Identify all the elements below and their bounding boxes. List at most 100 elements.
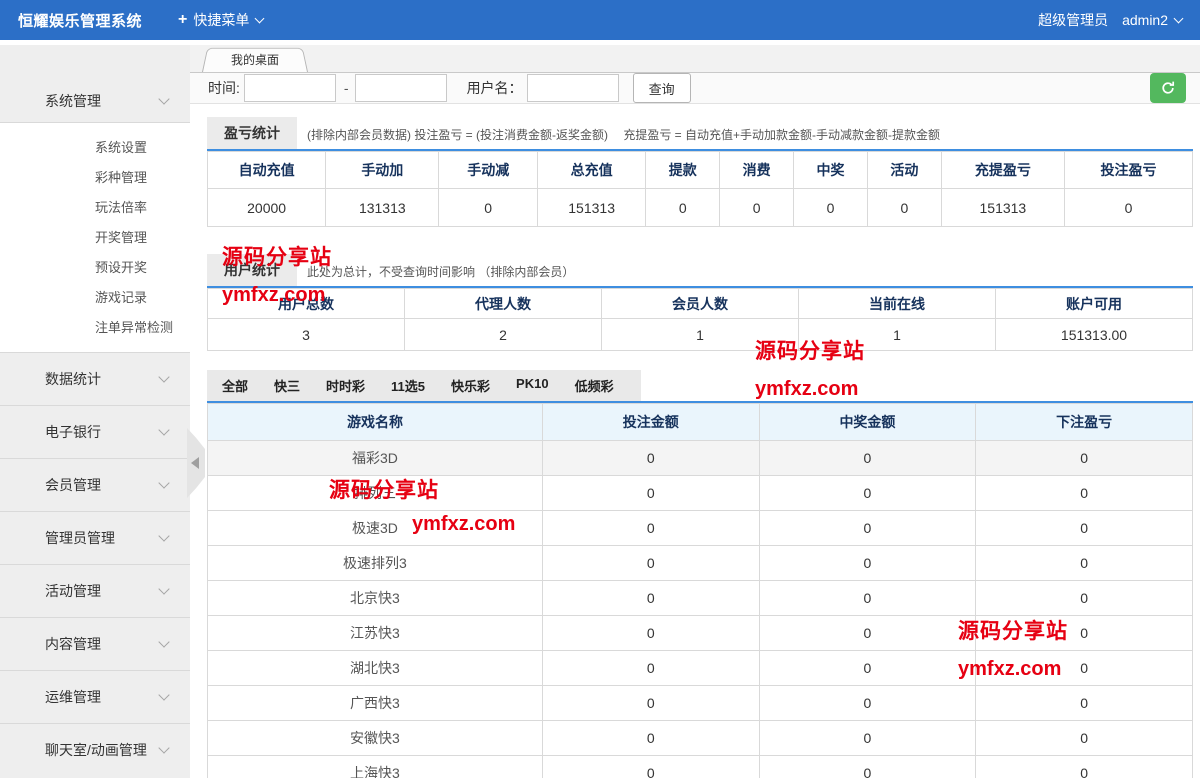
table-cell: 0	[976, 441, 1193, 476]
profit-section-header: 盈亏统计 (排除内部会员数据) 投注盈亏 = (投注消费金额-返奖金额) 充提盈…	[207, 117, 1193, 151]
sidebar-item-play-odds[interactable]: 玩法倍率	[0, 193, 190, 223]
sidebar-group-system[interactable]: 系统管理	[0, 45, 190, 122]
sidebar-group-statistics[interactable]: 数据统计	[0, 352, 190, 405]
tab-11xuan5[interactable]: 11选5	[378, 370, 438, 401]
table-cell: 0	[759, 476, 976, 511]
table-cell: 0	[542, 616, 759, 651]
table-cell: 131313	[326, 189, 439, 227]
sidebar-group-ops[interactable]: 运维管理	[0, 670, 190, 723]
table-row: 江苏快3 0 0 0	[208, 616, 1193, 651]
chevron-down-icon	[255, 14, 265, 24]
tab-label: 我的桌面	[202, 51, 308, 68]
table-cell: 0	[867, 189, 941, 227]
chevron-down-icon	[158, 93, 169, 104]
column-header: 手动加	[326, 152, 439, 189]
tab-kuaisan[interactable]: 快三	[261, 370, 313, 401]
table-cell: 0	[976, 616, 1193, 651]
chevron-down-icon	[1174, 14, 1184, 24]
game-table: 游戏名称 投注金额 中奖金额 下注盈亏 福彩3D 0 0 0 排列三 0 0 0	[207, 403, 1193, 778]
quick-menu-button[interactable]: + 快捷菜单	[178, 10, 263, 30]
column-header: 自动充值	[208, 152, 326, 189]
table-cell: 0	[759, 721, 976, 756]
game-category-tabs: 全部 快三 时时彩 11选5 快乐彩 PK10 低频彩	[207, 370, 1193, 403]
sidebar-group-activities[interactable]: 活动管理	[0, 564, 190, 617]
table-cell: 20000	[208, 189, 326, 227]
game-name-cell: 广西快3	[208, 686, 543, 721]
table-cell: 0	[759, 441, 976, 476]
sidebar-item-game-records[interactable]: 游戏记录	[0, 283, 190, 313]
table-cell: 0	[542, 546, 759, 581]
chevron-down-icon	[158, 636, 169, 647]
table-row: 排列三 0 0 0	[208, 476, 1193, 511]
tab-my-desktop[interactable]: 我的桌面	[202, 45, 308, 72]
sidebar-group-label: 内容管理	[45, 634, 160, 654]
table-cell: 0	[976, 651, 1193, 686]
sidebar-item-system-settings[interactable]: 系统设置	[0, 133, 190, 163]
table-cell: 0	[1064, 189, 1192, 227]
sidebar-item-lottery-manage[interactable]: 彩种管理	[0, 163, 190, 193]
table-cell: 0	[759, 616, 976, 651]
user-table: 用户总数 代理人数 会员人数 当前在线 账户可用 3 2 1 1 151313.…	[207, 288, 1193, 351]
refresh-button[interactable]	[1150, 73, 1186, 103]
column-header: 活动	[867, 152, 941, 189]
sidebar-group-admins[interactable]: 管理员管理	[0, 511, 190, 564]
tab-all[interactable]: 全部	[209, 370, 261, 401]
user-table-header-row: 用户总数 代理人数 会员人数 当前在线 账户可用	[208, 289, 1193, 319]
chevron-down-icon	[158, 371, 169, 382]
table-cell: 0	[976, 756, 1193, 778]
table-cell: 0	[976, 581, 1193, 616]
column-header: 投注金额	[542, 404, 759, 441]
sidebar-item-draw-manage[interactable]: 开奖管理	[0, 223, 190, 253]
time-label: 时间:	[208, 78, 240, 98]
main-content: 我的桌面 时间: - 用户名： 查询	[190, 45, 1200, 778]
sidebar-group-content[interactable]: 内容管理	[0, 617, 190, 670]
sidebar-item-bet-anomaly[interactable]: 注单异常检测	[0, 313, 190, 343]
game-name-cell: 排列三	[208, 476, 543, 511]
dash-separator: -	[344, 80, 349, 96]
tab-dipincai[interactable]: 低频彩	[562, 370, 627, 401]
table-cell: 0	[759, 546, 976, 581]
chevron-down-icon	[158, 742, 169, 753]
user-section-header: 用户统计 此处为总计，不受查询时间影响 （排除内部会员）	[207, 254, 1193, 288]
table-cell: 151313	[941, 189, 1064, 227]
table-cell: 0	[542, 686, 759, 721]
table-cell: 0	[759, 581, 976, 616]
table-cell: 0	[759, 651, 976, 686]
tab-shishicai[interactable]: 时时彩	[313, 370, 378, 401]
username-input[interactable]	[527, 74, 619, 102]
table-row: 湖北快3 0 0 0	[208, 651, 1193, 686]
table-cell: 0	[542, 651, 759, 686]
table-cell: 151313	[537, 189, 645, 227]
table-cell: 1	[602, 319, 799, 351]
time-start-input[interactable]	[244, 74, 336, 102]
table-row: 安徽快3 0 0 0	[208, 721, 1193, 756]
user-section-title: 用户统计	[207, 254, 297, 286]
column-header: 投注盈亏	[1064, 152, 1192, 189]
query-button[interactable]: 查询	[633, 73, 691, 103]
table-cell: 0	[759, 511, 976, 546]
table-row: 极速排列3 0 0 0	[208, 546, 1193, 581]
chevron-down-icon	[158, 424, 169, 435]
table-cell: 0	[759, 756, 976, 778]
sidebar-group-label: 活动管理	[45, 581, 160, 601]
tab-kuailecai[interactable]: 快乐彩	[438, 370, 503, 401]
sidebar-group-label: 运维管理	[45, 687, 160, 707]
table-cell: 0	[976, 686, 1193, 721]
tab-pk10[interactable]: PK10	[503, 370, 562, 401]
sidebar-item-preset-draw[interactable]: 预设开奖	[0, 253, 190, 283]
username-label: 用户名：	[467, 78, 523, 98]
page-tabstrip: 我的桌面	[190, 45, 1200, 73]
user-menu-button[interactable]: admin2	[1122, 12, 1182, 28]
sidebar-group-members[interactable]: 会员管理	[0, 458, 190, 511]
column-header: 充提盈亏	[941, 152, 1064, 189]
sidebar-group-label: 数据统计	[45, 369, 160, 389]
table-cell: 0	[794, 189, 868, 227]
chevron-down-icon	[158, 583, 169, 594]
sidebar-group-label: 管理员管理	[45, 528, 160, 548]
sidebar-group-ebank[interactable]: 电子银行	[0, 405, 190, 458]
table-cell: 0	[542, 476, 759, 511]
table-cell: 0	[976, 476, 1193, 511]
table-cell: 0	[976, 546, 1193, 581]
sidebar-group-chatroom[interactable]: 聊天室/动画管理	[0, 723, 190, 776]
time-end-input[interactable]	[355, 74, 447, 102]
